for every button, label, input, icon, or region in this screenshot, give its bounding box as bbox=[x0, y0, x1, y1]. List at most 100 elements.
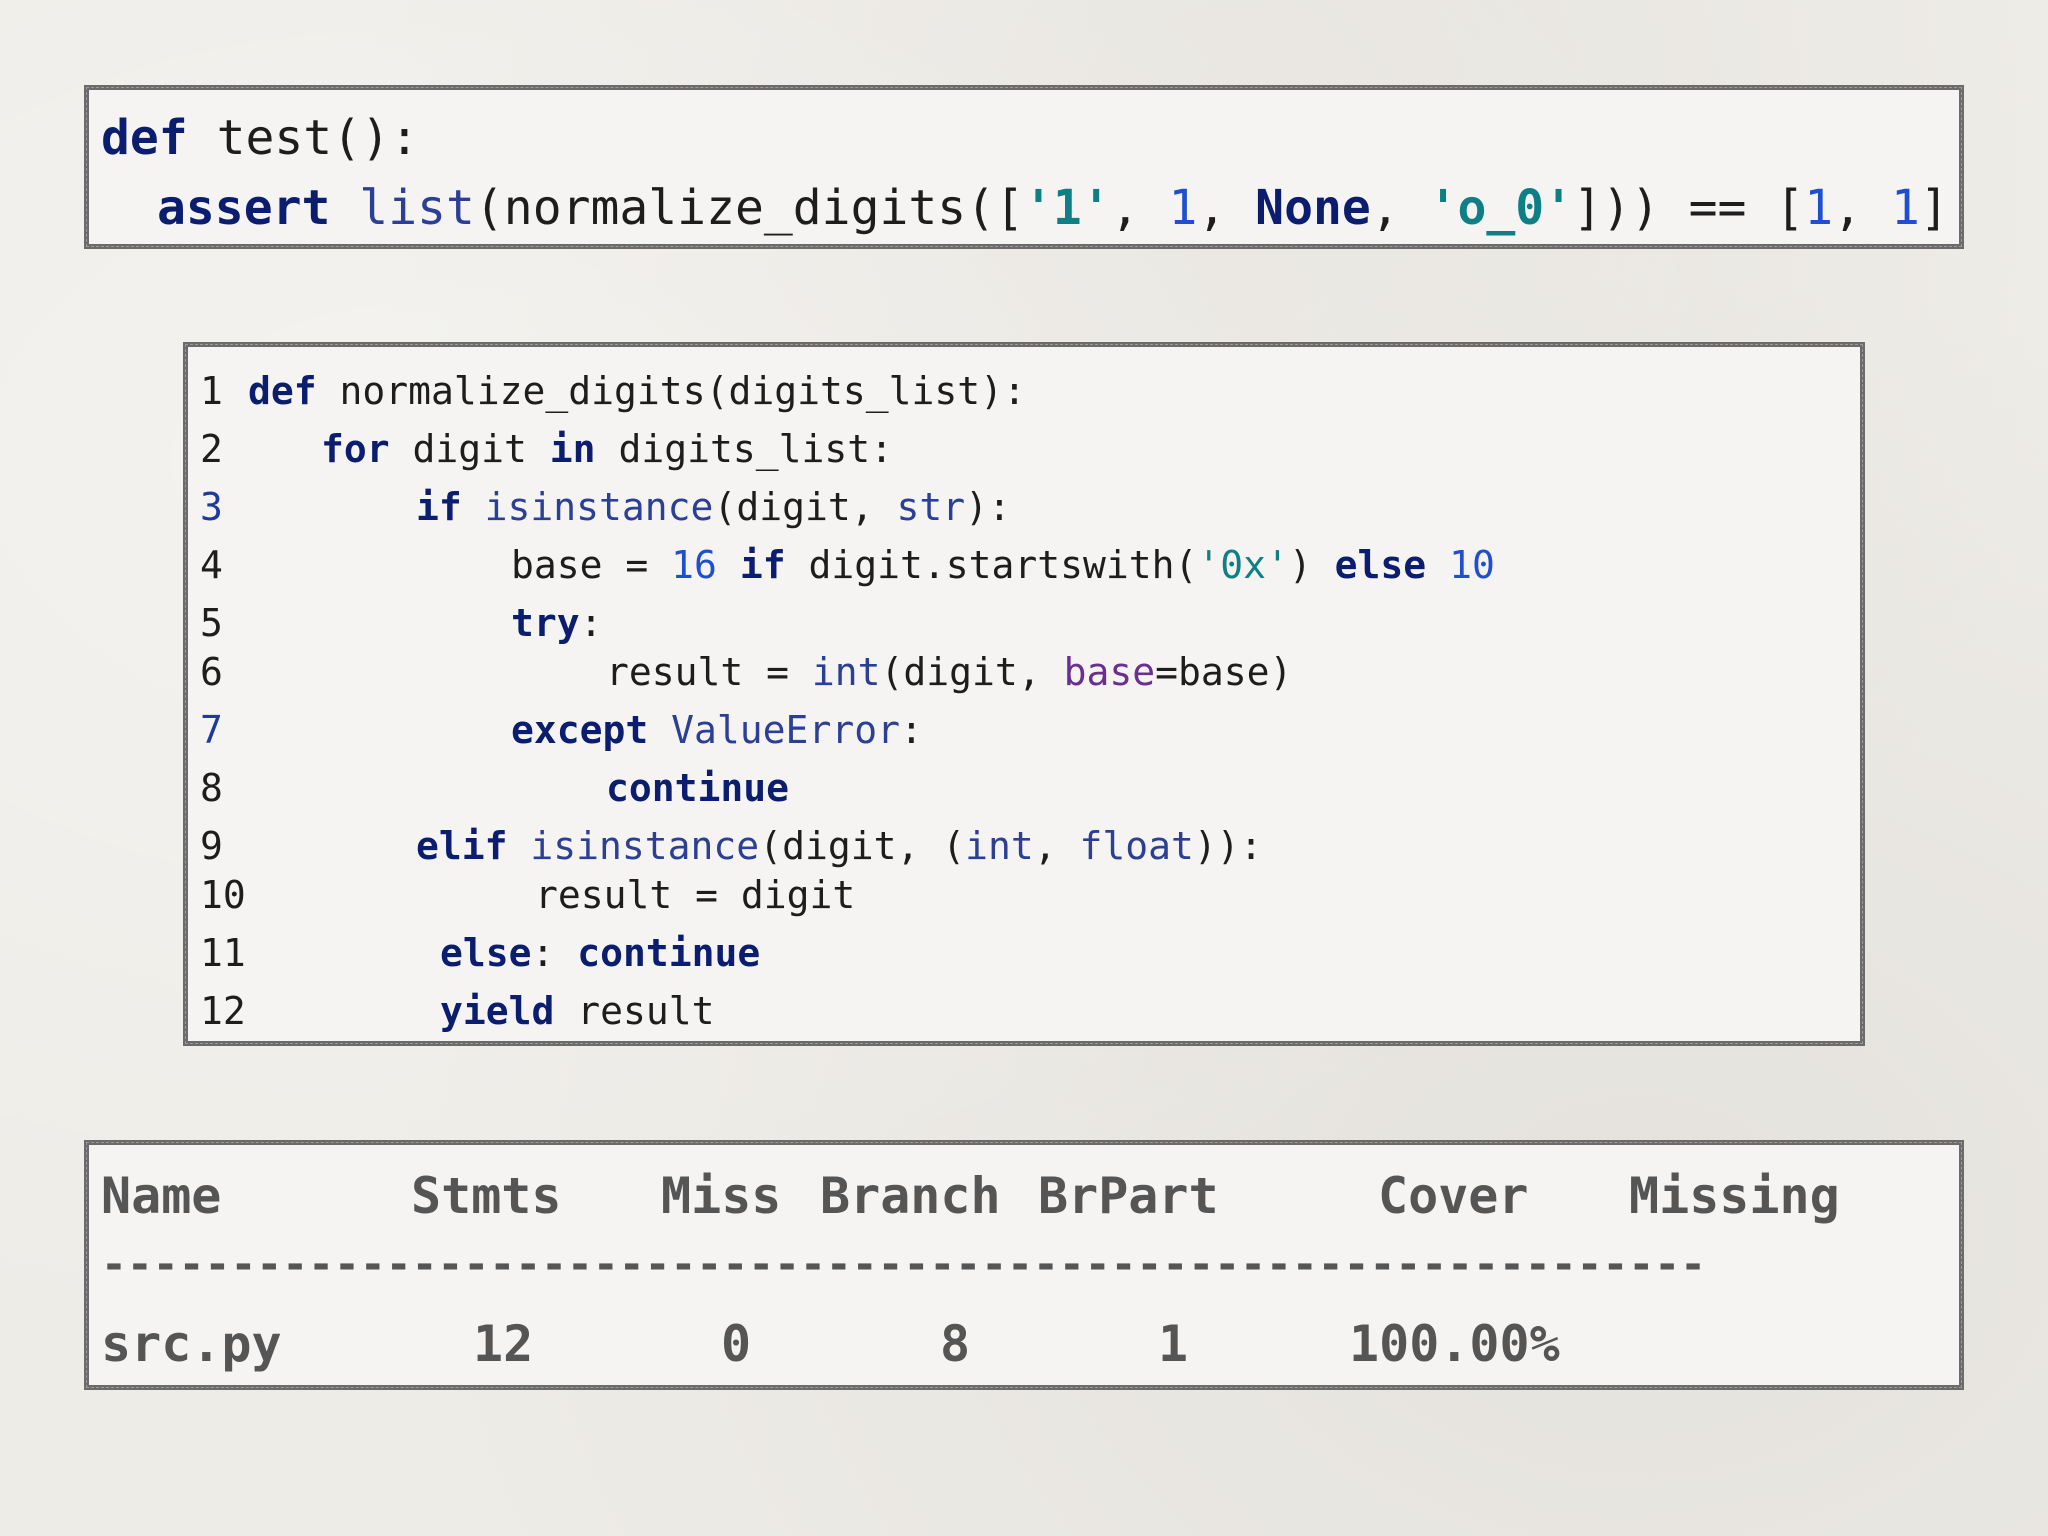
line-number: 2 bbox=[200, 427, 223, 471]
row-branch: 8 bbox=[940, 1315, 971, 1373]
header-missing: Missing bbox=[1629, 1167, 1840, 1225]
number-literal: 1 bbox=[1890, 180, 1920, 236]
builtin-list: list bbox=[359, 180, 475, 236]
row-brpart: 1 bbox=[1158, 1315, 1189, 1373]
code-text: normalize_digits(digits_list): bbox=[316, 369, 1026, 413]
line-number: 3 bbox=[200, 485, 223, 529]
number-literal: 10 bbox=[1449, 543, 1495, 587]
line-number: 11 bbox=[200, 931, 246, 975]
keyword: for bbox=[321, 427, 390, 471]
code-text: ): bbox=[965, 485, 1011, 529]
test-def-line: def test(): bbox=[101, 110, 419, 166]
line-number: 7 bbox=[200, 708, 223, 752]
code-line-11: else: continue bbox=[440, 931, 760, 975]
string-literal: '1' bbox=[1023, 180, 1111, 236]
keyword: else bbox=[440, 931, 532, 975]
code-text: (digit, bbox=[713, 485, 897, 529]
row-miss: 0 bbox=[721, 1315, 752, 1373]
code-text: digit bbox=[389, 427, 550, 471]
code-text: )): bbox=[1193, 824, 1263, 868]
keyword: if bbox=[416, 485, 462, 529]
call-close: ])) == [ bbox=[1573, 180, 1805, 236]
code-line-1: def normalize_digits(digits_list): bbox=[248, 369, 1026, 413]
header-brpart: BrPart bbox=[1038, 1167, 1219, 1225]
keyword: in bbox=[549, 427, 596, 471]
coverage-report-box: Name Stmts Miss Branch BrPart Cover Miss… bbox=[84, 1140, 1964, 1390]
header-branch: Branch bbox=[820, 1167, 1001, 1225]
line-number: 8 bbox=[200, 766, 223, 810]
line-number: 5 bbox=[200, 601, 223, 645]
string-literal: '0x' bbox=[1197, 543, 1289, 587]
number-literal: 1 bbox=[1168, 180, 1198, 236]
code-text: (digit, ( bbox=[759, 824, 966, 868]
header-stmts: Stmts bbox=[411, 1167, 562, 1225]
number-literal: 16 bbox=[671, 543, 717, 587]
keyword-argument: base bbox=[1063, 650, 1156, 694]
exception-class: ValueError bbox=[671, 708, 900, 752]
separator-line: ----------------------------------------… bbox=[101, 1240, 1707, 1290]
builtin-type: float bbox=[1079, 824, 1194, 868]
code-text: , bbox=[1033, 824, 1080, 868]
builtin: isinstance bbox=[530, 824, 760, 868]
line-number: 1 bbox=[200, 369, 223, 413]
comma: , bbox=[1197, 180, 1256, 236]
keyword: try bbox=[511, 601, 580, 645]
row-cover: 100.00% bbox=[1349, 1315, 1560, 1373]
code-line-8: continue bbox=[606, 766, 789, 810]
code-line-10: result = digit bbox=[535, 873, 855, 917]
header-cover: Cover bbox=[1378, 1167, 1529, 1225]
line-number: 12 bbox=[200, 989, 246, 1033]
keyword: else bbox=[1334, 543, 1427, 587]
keyword: elif bbox=[416, 824, 508, 868]
line-number: 6 bbox=[200, 650, 223, 694]
comma: , bbox=[1110, 180, 1169, 236]
keyword-none: None bbox=[1255, 180, 1371, 236]
builtin-type: int bbox=[965, 824, 1034, 868]
code-line-5: try: bbox=[511, 601, 603, 645]
code-text: : bbox=[531, 931, 578, 975]
code-line-3: if isinstance(digit, str): bbox=[416, 485, 1011, 529]
line-number: 4 bbox=[200, 543, 223, 587]
keyword: continue bbox=[606, 766, 790, 810]
builtin: int bbox=[811, 650, 881, 694]
keyword: def bbox=[248, 369, 317, 413]
row-name: src.py bbox=[101, 1315, 282, 1373]
code-line-6: result = int(digit, base=base) bbox=[606, 650, 1292, 694]
code-text: result = bbox=[606, 650, 812, 694]
keyword: except bbox=[511, 708, 649, 752]
keyword: if bbox=[739, 543, 786, 587]
code-text: (digit, bbox=[880, 650, 1064, 694]
code-text: base = bbox=[511, 543, 672, 587]
number-literal: 1 bbox=[1804, 180, 1834, 236]
keyword: yield bbox=[440, 989, 555, 1033]
code-text: : bbox=[899, 708, 923, 752]
code-text: digits_list: bbox=[595, 427, 893, 471]
assert-line: assert list(normalize_digits(['1', 1, No… bbox=[157, 180, 1949, 236]
header-name: Name bbox=[101, 1167, 222, 1225]
keyword-def: def bbox=[101, 110, 188, 166]
code-line-9: elif isinstance(digit, (int, float)): bbox=[416, 824, 1263, 868]
line-number: 10 bbox=[200, 873, 246, 917]
code-line-2: for digit in digits_list: bbox=[321, 427, 893, 471]
code-text: : bbox=[579, 601, 603, 645]
code-text: result = digit bbox=[535, 873, 856, 917]
code-text: ) bbox=[1288, 543, 1335, 587]
keyword-assert: assert bbox=[157, 180, 331, 236]
code-line-12: yield result bbox=[440, 989, 715, 1033]
header-miss: Miss bbox=[661, 1167, 782, 1225]
code-text: result bbox=[554, 989, 715, 1033]
code-line-4: base = 16 if digit.startswith('0x') else… bbox=[511, 543, 1495, 587]
code-text: digit.startswith( bbox=[785, 543, 1198, 587]
test-signature: test(): bbox=[187, 110, 419, 166]
call-open: (normalize_digits([ bbox=[474, 180, 1024, 236]
code-text: =base) bbox=[1155, 650, 1293, 694]
string-literal: 'o_0' bbox=[1428, 180, 1574, 236]
list-close: ] bbox=[1919, 180, 1949, 236]
row-stmts: 12 bbox=[473, 1315, 534, 1373]
comma: , bbox=[1370, 180, 1429, 236]
